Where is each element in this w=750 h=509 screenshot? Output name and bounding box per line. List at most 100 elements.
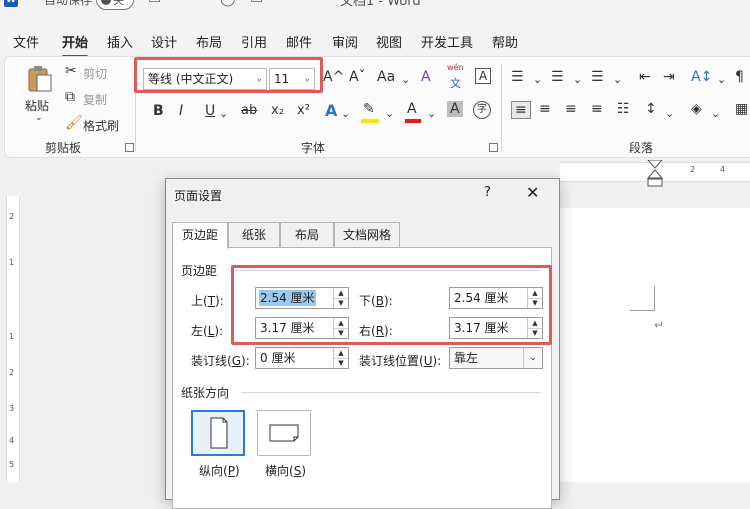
spin-down-icon[interactable]: ▼ xyxy=(334,358,348,368)
copy-icon[interactable]: ⧉ xyxy=(65,89,75,105)
tab-developer[interactable]: 开发工具 xyxy=(421,32,473,51)
landscape-button[interactable] xyxy=(257,410,311,456)
decrease-indent-icon[interactable]: ⇤ xyxy=(639,69,651,85)
text-effect-icon[interactable]: A xyxy=(325,101,337,120)
italic-icon[interactable]: I xyxy=(179,103,183,119)
font-launcher-icon[interactable] xyxy=(489,143,498,152)
cut-button[interactable]: 剪切 xyxy=(83,65,107,82)
close-button[interactable]: ✕ xyxy=(526,183,539,202)
gutter-value[interactable]: 0 厘米 xyxy=(259,350,296,366)
top-margin-value[interactable]: 2.54 厘米 xyxy=(259,290,316,306)
chevron-down-icon[interactable]: ⌄ xyxy=(717,73,726,86)
format-painter-icon[interactable]: 🖌 xyxy=(65,115,83,131)
show-marks-icon[interactable]: ¶ xyxy=(735,69,744,85)
font-size-combo[interactable]: 11 ⌄ xyxy=(269,68,315,90)
highlight-icon[interactable]: ✎ xyxy=(363,101,375,117)
sort-icon[interactable]: A↕ xyxy=(691,69,712,85)
superscript-icon[interactable]: x² xyxy=(297,103,310,118)
top-margin-spinner[interactable]: 2.54 厘米 ▲ ▼ xyxy=(255,287,349,309)
chevron-down-icon[interactable]: ⌄ xyxy=(523,348,542,368)
tab-paper[interactable]: 纸张 xyxy=(228,222,280,247)
tab-margins[interactable]: 页边距 xyxy=(172,222,228,249)
portrait-button[interactable] xyxy=(191,410,245,456)
gutter-position-select[interactable]: 靠左 ⌄ xyxy=(449,347,543,369)
tab-layout[interactable]: 布局 xyxy=(280,222,334,247)
chevron-down-icon[interactable]: ⌄ xyxy=(711,107,720,120)
multilevel-list-icon[interactable]: ☰ xyxy=(591,69,604,85)
align-left-icon[interactable]: ≡ xyxy=(511,101,531,119)
chevron-down-icon[interactable]: ⌄ xyxy=(427,107,436,120)
bottom-margin-value[interactable]: 2.54 厘米 xyxy=(453,290,510,306)
tab-view[interactable]: 视图 xyxy=(376,32,402,51)
bullets-icon[interactable]: ☰ xyxy=(511,69,524,85)
increase-indent-icon[interactable]: ⇥ xyxy=(663,69,675,85)
distributed-icon[interactable]: ☷ xyxy=(617,101,630,117)
clear-format-icon[interactable]: A xyxy=(421,69,431,85)
paste-button[interactable]: 粘贴 xyxy=(25,97,49,114)
align-right-icon[interactable]: ≡ xyxy=(565,101,577,117)
undo-icon[interactable]: ↶ xyxy=(178,0,190,7)
spin-down-icon[interactable]: ▼ xyxy=(334,298,348,308)
tab-layout[interactable]: 布局 xyxy=(196,32,222,51)
redo-icon[interactable]: ◯ xyxy=(220,0,236,7)
chevron-down-icon[interactable]: ⌄ xyxy=(401,73,410,86)
bottom-margin-spinner[interactable]: 2.54 厘米 ▲ ▼ xyxy=(449,287,543,309)
chevron-down-icon[interactable]: ⌄ xyxy=(219,107,228,120)
tab-doc-grid[interactable]: 文档网格 xyxy=(334,222,400,247)
chevron-down-icon[interactable]: ⌄ xyxy=(303,69,311,89)
chevron-down-icon[interactable]: ⌄ xyxy=(665,107,674,120)
tab-design[interactable]: 设计 xyxy=(151,32,177,51)
indent-marker-icon[interactable] xyxy=(646,160,664,188)
tab-file[interactable]: 文件 xyxy=(13,32,39,51)
left-margin-value[interactable]: 3.17 厘米 xyxy=(259,320,316,336)
strikethrough-icon[interactable]: ab xyxy=(241,103,257,118)
shrink-font-icon[interactable]: Aˇ xyxy=(349,69,366,85)
format-painter-button[interactable]: 格式刷 xyxy=(83,117,119,134)
gutter-spinner[interactable]: 0 厘米 ▲ ▼ xyxy=(255,347,349,369)
autosave-toggle[interactable]: 关 xyxy=(96,0,134,10)
spin-down-icon[interactable]: ▼ xyxy=(528,298,542,308)
help-button[interactable]: ? xyxy=(484,185,491,200)
phonetic-guide-icon[interactable]: 文 xyxy=(450,75,461,91)
font-name-combo[interactable]: 等线 (中文正文) ⌄ xyxy=(143,68,267,90)
chevron-down-icon[interactable]: ⌄ xyxy=(341,107,350,120)
right-margin-spinner[interactable]: 3.17 厘米 ▲ ▼ xyxy=(449,317,543,339)
tab-mailings[interactable]: 邮件 xyxy=(286,32,312,51)
cut-icon[interactable]: ✂ xyxy=(65,63,77,79)
chevron-down-icon[interactable]: ⌄ xyxy=(533,73,542,86)
clipboard-launcher-icon[interactable] xyxy=(125,143,134,152)
phonetic-guide-top[interactable]: wén xyxy=(447,63,464,72)
tab-review[interactable]: 审阅 xyxy=(332,32,358,51)
chevron-down-icon[interactable]: ⌄ xyxy=(385,107,394,120)
copy-button[interactable]: 复制 xyxy=(83,91,107,108)
bold-icon[interactable]: B xyxy=(153,103,164,119)
tab-insert[interactable]: 插入 xyxy=(107,32,133,51)
change-case-icon[interactable]: Aa xyxy=(377,69,395,85)
right-margin-value[interactable]: 3.17 厘米 xyxy=(453,320,510,336)
save-icon[interactable]: ▭ xyxy=(148,0,161,7)
tab-home[interactable]: 开始 xyxy=(62,32,89,58)
paste-icon[interactable] xyxy=(27,65,53,93)
align-center-icon[interactable]: ≡ xyxy=(539,101,551,117)
subscript-icon[interactable]: x₂ xyxy=(271,103,284,118)
shading-icon[interactable]: ◈ xyxy=(691,101,702,117)
borders-icon[interactable]: ▦ xyxy=(735,101,748,117)
char-border-icon[interactable]: A xyxy=(475,68,492,84)
line-spacing-icon[interactable]: ↕ xyxy=(645,101,657,117)
chevron-down-icon[interactable]: ⌄ xyxy=(573,73,582,86)
document-page[interactable] xyxy=(560,208,750,482)
spin-down-icon[interactable]: ▼ xyxy=(528,328,542,338)
tab-references[interactable]: 引用 xyxy=(241,32,267,51)
grow-font-icon[interactable]: A^ xyxy=(323,69,344,85)
spin-down-icon[interactable]: ▼ xyxy=(334,328,348,338)
char-shading-icon[interactable]: A xyxy=(447,101,463,117)
font-color-icon[interactable]: A xyxy=(407,101,417,117)
chevron-down-icon[interactable]: ⌄ xyxy=(255,69,263,89)
enclose-char-icon[interactable]: 字 xyxy=(473,101,491,119)
chevron-down-icon[interactable]: ⌄ xyxy=(613,73,622,86)
left-margin-spinner[interactable]: 3.17 厘米 ▲ ▼ xyxy=(255,317,349,339)
justify-icon[interactable]: ≡ xyxy=(591,101,603,117)
print-icon[interactable]: ▭ xyxy=(250,0,263,7)
tab-help[interactable]: 帮助 xyxy=(492,32,518,51)
paste-dropdown-icon[interactable]: ⌄ xyxy=(35,113,43,123)
